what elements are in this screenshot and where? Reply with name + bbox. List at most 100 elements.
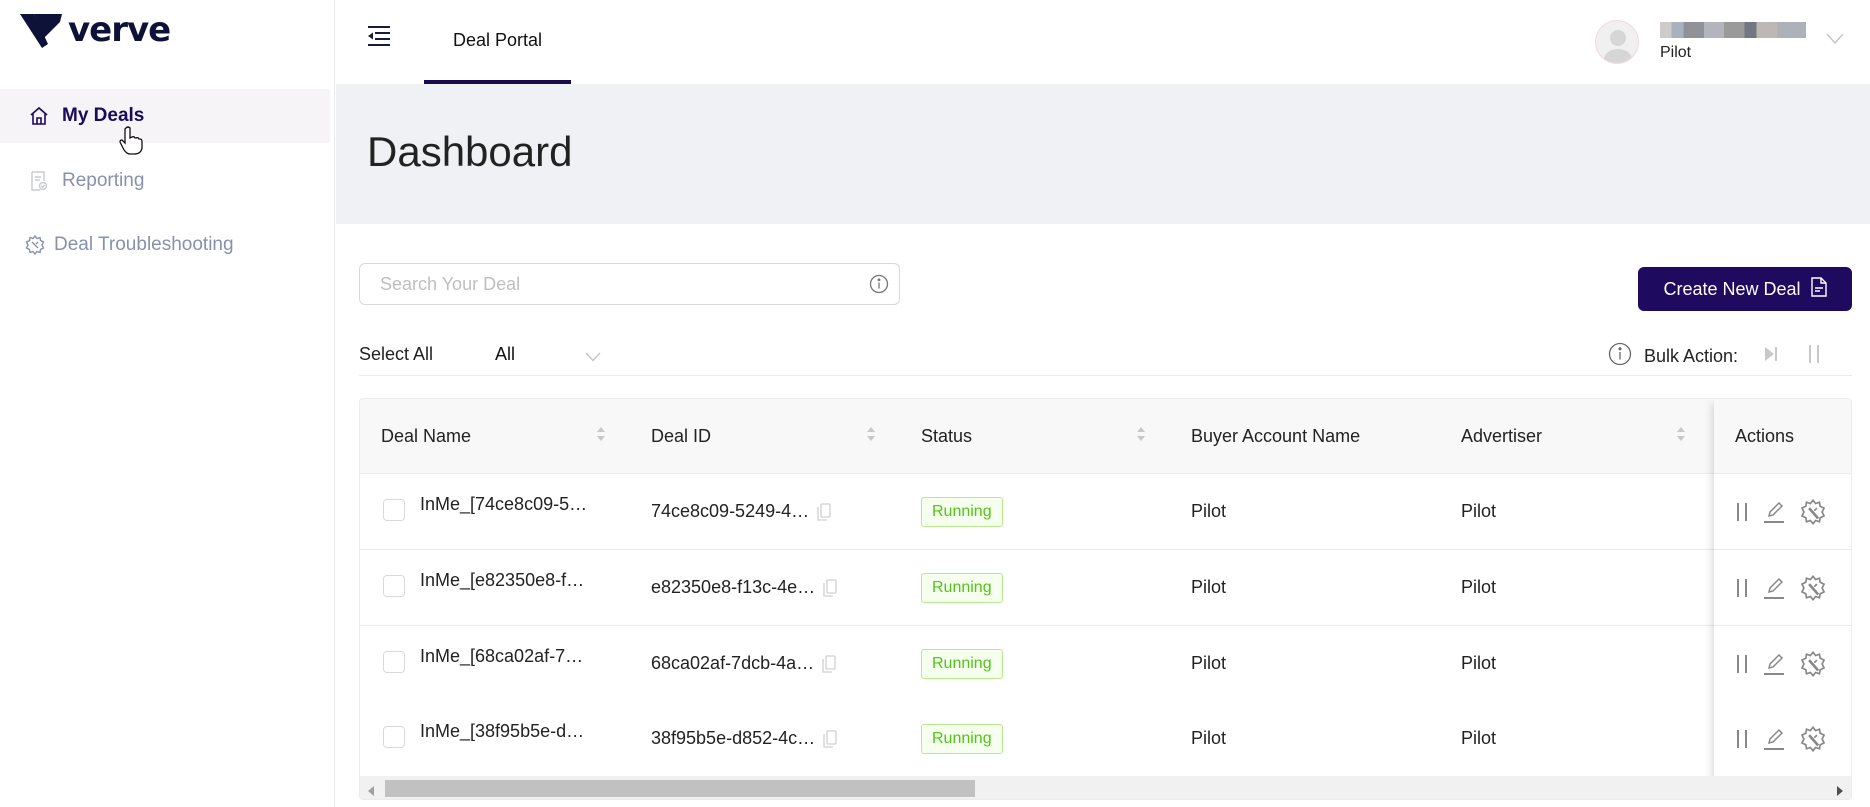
play-next-icon xyxy=(1764,346,1778,367)
deal-id-cell: 38f95b5e-d852-4c… xyxy=(651,701,837,776)
deal-id: 38f95b5e-d852-4c… xyxy=(651,728,816,748)
table-row: InMe_[38f95b5e-d… 38f95b5e-d852-4c… Runn… xyxy=(360,701,1851,777)
copy-icon[interactable] xyxy=(823,578,837,597)
copy-icon[interactable] xyxy=(823,729,837,748)
edit-icon xyxy=(1764,501,1784,523)
sidebar-item-deal-troubleshooting[interactable]: Deal Troubleshooting xyxy=(0,218,330,272)
column-header-buyer-account-name[interactable]: Buyer Account Name xyxy=(1191,399,1360,474)
advertiser: Pilot xyxy=(1461,501,1497,521)
troubleshoot-button[interactable] xyxy=(1800,574,1826,601)
gear-wrench-icon xyxy=(1800,574,1826,601)
scroll-left-arrow-icon[interactable] xyxy=(367,783,375,799)
edit-button[interactable] xyxy=(1762,728,1786,750)
status-badge: Running xyxy=(921,648,1003,679)
deal-id-cell: 74ce8c09-5249-4… xyxy=(651,474,831,549)
edit-button[interactable] xyxy=(1762,501,1786,523)
collapse-menu-icon[interactable] xyxy=(368,26,394,50)
troubleshoot-button[interactable] xyxy=(1800,725,1826,752)
edit-icon xyxy=(1764,728,1784,750)
column-header-advertiser[interactable]: Advertiser xyxy=(1461,399,1542,474)
search-box xyxy=(359,263,900,305)
verve-logo[interactable]: verve xyxy=(20,12,171,48)
gear-wrench-icon xyxy=(1800,650,1826,677)
info-icon[interactable] xyxy=(1608,342,1632,371)
sidebar-item-label: Reporting xyxy=(62,170,145,191)
scroll-right-arrow-icon[interactable] xyxy=(1836,783,1844,799)
deals-table: Deal Name Deal ID Status Buyer Account N… xyxy=(359,398,1852,800)
chevron-down-icon xyxy=(585,346,601,367)
sidebar-item-my-deals[interactable]: My Deals xyxy=(0,89,330,143)
deal-id-cell: 68ca02af-7dcb-4a… xyxy=(651,626,836,701)
create-new-deal-button[interactable]: Create New Deal xyxy=(1638,267,1852,311)
sort-icon[interactable] xyxy=(1136,425,1146,443)
deal-name[interactable]: InMe_[74ce8c09-5… xyxy=(420,467,587,542)
top-header: Deal Portal Pilot xyxy=(336,0,1870,84)
status-filter-select[interactable]: All xyxy=(495,340,601,368)
sort-icon[interactable] xyxy=(1676,425,1686,443)
column-header-deal-name[interactable]: Deal Name xyxy=(381,399,471,474)
row-checkbox[interactable] xyxy=(383,575,405,597)
buyer-account-name: Pilot xyxy=(1191,501,1227,521)
column-header-status[interactable]: Status xyxy=(921,399,972,474)
row-actions xyxy=(1714,550,1851,626)
divider xyxy=(359,375,1852,376)
status-cell: Running xyxy=(921,474,1003,549)
column-header-actions: Actions xyxy=(1714,399,1851,474)
search-input[interactable] xyxy=(380,273,850,295)
deal-id-cell: e82350e8-f13c-4e… xyxy=(651,550,837,625)
user-role: Pilot xyxy=(1660,44,1692,61)
troubleshoot-button[interactable] xyxy=(1800,498,1826,525)
select-all-label[interactable]: Select All xyxy=(359,344,433,365)
scrollbar-thumb[interactable] xyxy=(385,780,975,797)
advertiser: Pilot xyxy=(1461,653,1497,673)
row-checkbox[interactable] xyxy=(383,651,405,673)
pause-icon xyxy=(1737,654,1747,673)
edit-button[interactable] xyxy=(1762,653,1786,675)
create-new-deal-label: Create New Deal xyxy=(1663,278,1801,299)
sidebar-item-reporting[interactable]: Reporting xyxy=(0,154,330,208)
copy-icon[interactable] xyxy=(817,502,831,521)
status-cell: Running xyxy=(921,550,1003,625)
sidebar-item-label: Deal Troubleshooting xyxy=(54,234,234,255)
deal-name[interactable]: InMe_[68ca02af-7… xyxy=(420,619,583,694)
horizontal-scrollbar[interactable] xyxy=(360,776,1851,799)
deal-name[interactable]: InMe_[e82350e8-f… xyxy=(420,543,584,618)
actions-column: Actions xyxy=(1714,399,1851,799)
copy-icon[interactable] xyxy=(822,654,836,673)
buyer-account-name: Pilot xyxy=(1191,653,1227,673)
deal-id: 68ca02af-7dcb-4a… xyxy=(651,653,815,673)
sort-icon[interactable] xyxy=(866,425,876,443)
bulk-action-bar: Bulk Action: xyxy=(1608,342,1820,371)
row-checkbox[interactable] xyxy=(383,726,405,748)
chevron-down-icon[interactable] xyxy=(1826,32,1844,50)
page-title: Dashboard xyxy=(367,128,573,175)
pause-button[interactable] xyxy=(1736,729,1748,749)
bulk-pause-button[interactable] xyxy=(1808,345,1820,368)
table-row: InMe_[68ca02af-7… 68ca02af-7dcb-4a… Runn… xyxy=(360,626,1851,702)
pause-button[interactable] xyxy=(1736,654,1748,674)
deal-name[interactable]: InMe_[38f95b5e-d… xyxy=(420,694,584,769)
advertiser: Pilot xyxy=(1461,728,1497,748)
pause-button[interactable] xyxy=(1736,502,1748,522)
deal-id: 74ce8c09-5249-4… xyxy=(651,501,810,521)
row-checkbox[interactable] xyxy=(383,499,405,521)
column-header-deal-id[interactable]: Deal ID xyxy=(651,399,711,474)
edit-button[interactable] xyxy=(1762,577,1786,599)
tab-deal-portal[interactable]: Deal Portal xyxy=(424,0,571,84)
gear-wrench-icon xyxy=(1800,498,1826,525)
row-actions xyxy=(1714,701,1851,777)
table-row: InMe_[74ce8c09-5… 74ce8c09-5249-4… Runni… xyxy=(360,474,1851,550)
gear-wrench-icon xyxy=(1800,725,1826,752)
status-badge: Running xyxy=(921,496,1003,527)
info-icon[interactable] xyxy=(869,274,889,299)
sort-icon[interactable] xyxy=(596,425,606,443)
user-name-blurred xyxy=(1660,22,1806,38)
pause-button[interactable] xyxy=(1736,578,1748,598)
document-icon xyxy=(1810,276,1827,302)
verve-logo-mark-icon xyxy=(20,14,62,48)
troubleshoot-button[interactable] xyxy=(1800,650,1826,677)
bulk-resume-button[interactable] xyxy=(1764,346,1778,367)
report-icon xyxy=(28,170,50,192)
user-menu[interactable]: Pilot xyxy=(1595,20,1806,64)
row-actions xyxy=(1714,474,1851,550)
